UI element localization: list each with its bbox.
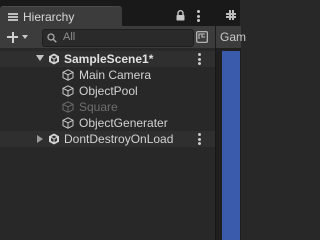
gameobject-name: Square — [79, 100, 118, 114]
lock-icon[interactable] — [176, 10, 185, 21]
hamburger-list-icon — [8, 13, 18, 21]
grid-icon[interactable] — [226, 10, 236, 20]
gameobject-cube-icon — [62, 85, 74, 97]
search-placeholder: All — [63, 31, 76, 43]
expand-arrow-icon[interactable] — [36, 55, 44, 61]
chevron-down-icon — [22, 35, 28, 39]
unity-scene-icon — [49, 53, 59, 65]
tab-game-label: Gam — [220, 30, 247, 44]
gameobject-cube-icon — [62, 117, 74, 129]
gameobject-name: ObjectGenerater — [79, 116, 168, 130]
gameobject-cube-icon — [62, 69, 74, 81]
scene-row-dontdestroyonload[interactable]: DontDestroyOnLoad — [0, 131, 215, 147]
tab-game[interactable]: Gam — [215, 26, 246, 49]
more-options-icon[interactable] — [198, 133, 201, 145]
add-object-button[interactable] — [4, 28, 32, 46]
collapsed-arrow-icon[interactable] — [37, 135, 43, 143]
gameobject-row-main-camera[interactable]: Main Camera — [0, 67, 215, 83]
game-view-canvas — [222, 51, 240, 240]
scene-name: DontDestroyOnLoad — [64, 132, 174, 146]
scene-name: SampleScene1* — [64, 52, 154, 66]
gameobject-name: ObjectPool — [79, 84, 138, 98]
gameobject-row-square[interactable]: Square — [0, 99, 215, 115]
gameobject-row-objectpool[interactable]: ObjectPool — [0, 83, 215, 99]
search-input[interactable]: All — [42, 29, 194, 47]
tab-hierarchy[interactable]: Hierarchy — [0, 6, 122, 27]
tab-bar: Hierarchy — [0, 0, 240, 27]
gameobject-row-objectgenerater[interactable]: ObjectGenerater — [0, 115, 215, 131]
gameobject-cube-icon — [62, 101, 74, 113]
gameobject-name: Main Camera — [79, 68, 152, 82]
more-options-icon[interactable] — [198, 53, 201, 65]
more-options-icon[interactable] — [197, 10, 200, 22]
hierarchy-toolbar: All — [0, 26, 215, 49]
hierarchy-list: SampleScene1* Main Camera ObjectPool Squ… — [0, 48, 215, 240]
tab-hierarchy-label: Hierarchy — [23, 10, 75, 24]
scene-row-samplescene1[interactable]: SampleScene1* — [0, 51, 215, 67]
unity-scene-icon — [49, 133, 59, 145]
search-icon — [47, 33, 57, 43]
scene-filter-icon[interactable] — [196, 31, 208, 43]
